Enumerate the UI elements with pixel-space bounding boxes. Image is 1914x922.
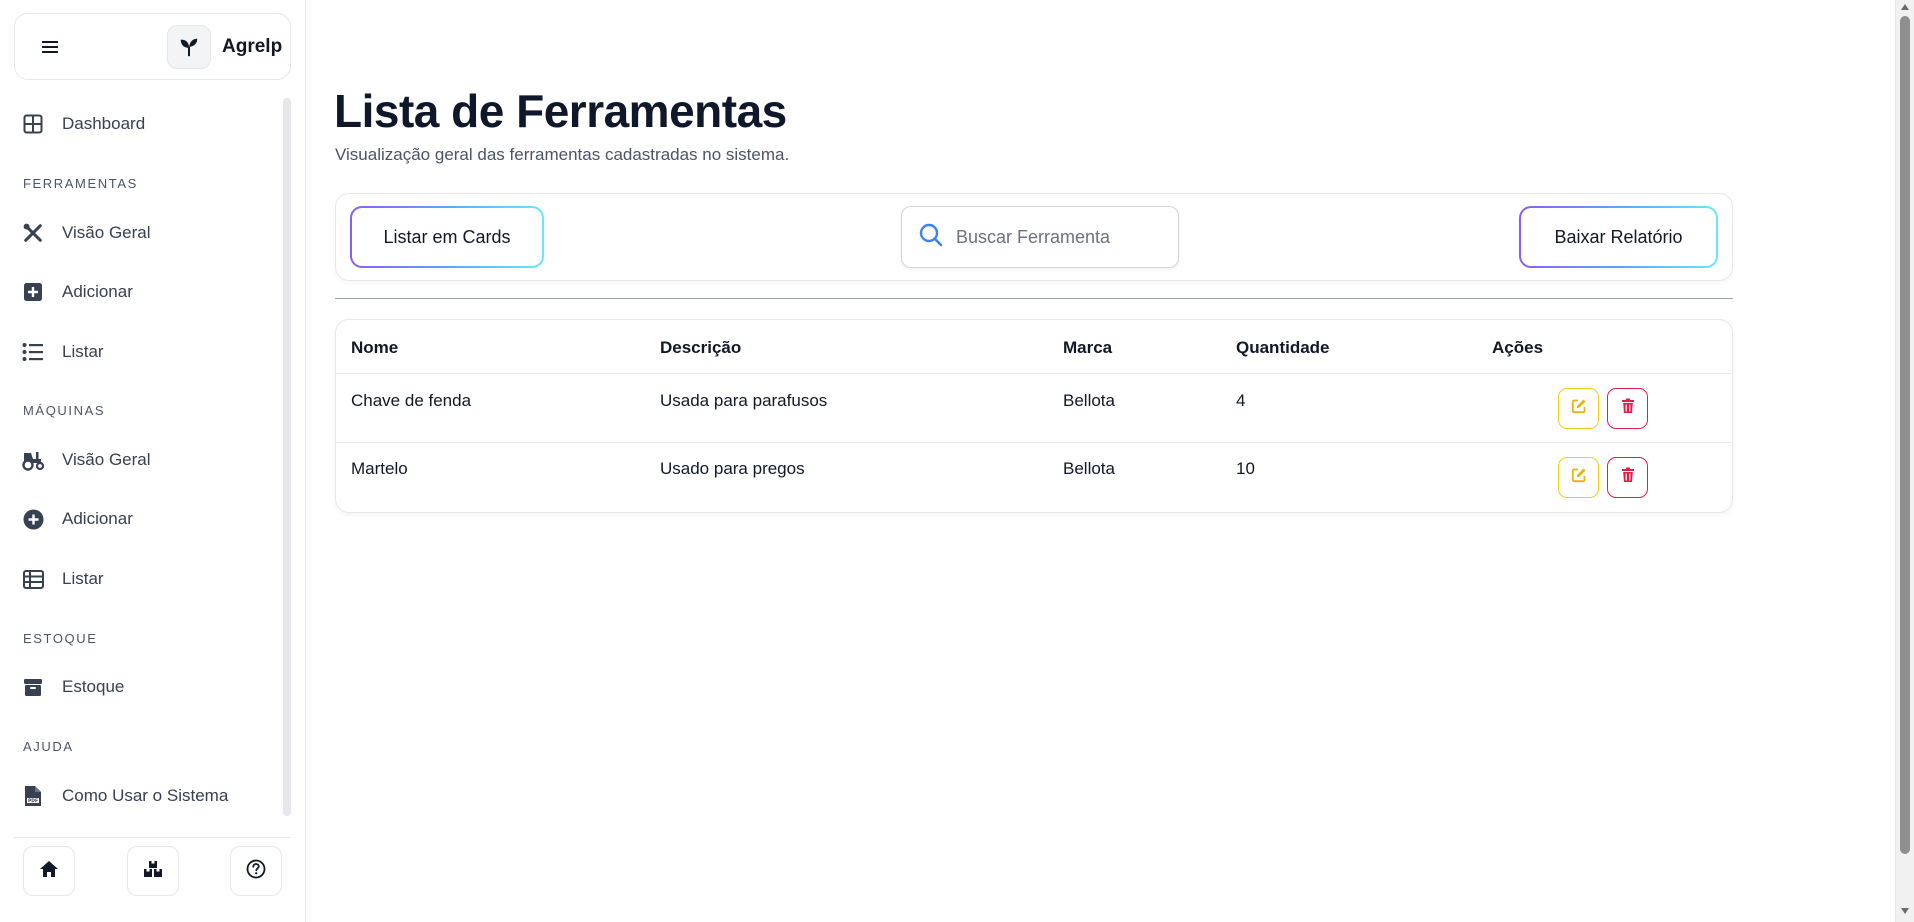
edit-button[interactable] bbox=[1558, 388, 1599, 429]
table-list-icon bbox=[20, 566, 46, 592]
page-scrollbar[interactable] bbox=[1895, 0, 1914, 922]
menu-icon[interactable] bbox=[37, 34, 63, 60]
plus-circle-icon bbox=[20, 506, 46, 532]
column-header-nome: Nome bbox=[351, 338, 399, 357]
sidebar-item-ferramentas-adicionar[interactable]: Adicionar bbox=[20, 272, 133, 312]
trash-icon bbox=[1621, 398, 1635, 419]
delete-button[interactable] bbox=[1607, 388, 1648, 429]
list-cards-label: Listar em Cards bbox=[352, 208, 542, 266]
boxes-icon bbox=[143, 860, 163, 883]
sidebar-item-estoque[interactable]: Estoque bbox=[20, 667, 124, 707]
box-icon bbox=[20, 674, 46, 700]
search-icon bbox=[918, 222, 944, 253]
sidebar-item-maquinas-adicionar[interactable]: Adicionar bbox=[20, 499, 133, 539]
cell-nome: Chave de fenda bbox=[351, 391, 472, 410]
section-title-ferramentas: FERRAMENTAS bbox=[23, 176, 138, 191]
cell-quantidade: 10 bbox=[1236, 459, 1255, 478]
download-report-label: Baixar Relatório bbox=[1521, 208, 1716, 266]
cell-descricao: Usado para pregos bbox=[660, 459, 805, 478]
page-title: Lista de Ferramentas bbox=[334, 85, 787, 137]
brand-header: Agrelp bbox=[14, 13, 291, 80]
home-icon bbox=[39, 860, 59, 883]
sidebar-item-label: Adicionar bbox=[62, 282, 133, 301]
edit-button[interactable] bbox=[1558, 457, 1599, 498]
table-header-row: Nome Descrição Marca Quantidade Ações bbox=[336, 320, 1732, 374]
list-cards-button[interactable]: Listar em Cards bbox=[350, 206, 544, 268]
section-title-maquinas: MÁQUINAS bbox=[23, 403, 106, 418]
sidebar-item-label: Adicionar bbox=[62, 509, 133, 528]
section-divider bbox=[335, 298, 1733, 299]
section-title-ajuda: AJUDA bbox=[23, 739, 74, 754]
section-title-estoque: ESTOQUE bbox=[23, 631, 98, 646]
toolbar: Listar em Cards Baixar Relatório bbox=[335, 193, 1733, 281]
cell-quantidade: 4 bbox=[1236, 391, 1246, 410]
search-input[interactable] bbox=[956, 226, 1156, 248]
sidebar-item-label: Listar bbox=[62, 342, 104, 361]
scroll-up-arrow-icon[interactable] bbox=[1901, 4, 1909, 10]
cell-nome: Martelo bbox=[351, 459, 408, 478]
sidebar-item-dashboard[interactable]: Dashboard bbox=[20, 104, 145, 144]
boxes-button[interactable] bbox=[127, 846, 179, 896]
download-report-button[interactable]: Baixar Relatório bbox=[1519, 206, 1718, 268]
edit-icon bbox=[1571, 467, 1587, 488]
sidebar-item-como-usar[interactable]: PDF Como Usar o Sistema bbox=[20, 776, 228, 816]
brand-name: Agrelp bbox=[222, 36, 283, 57]
table-row: Martelo Usado para pregos Bellota 10 bbox=[336, 443, 1732, 512]
dashboard-icon bbox=[20, 111, 46, 137]
page-subtitle: Visualização geral das ferramentas cadas… bbox=[335, 145, 790, 164]
cell-marca: Bellota bbox=[1063, 459, 1115, 478]
column-header-acoes: Ações bbox=[1492, 338, 1544, 357]
sidebar-item-ferramentas-listar[interactable]: Listar bbox=[20, 332, 104, 372]
table-row: Chave de fenda Usada para parafusos Bell… bbox=[336, 374, 1732, 443]
trash-icon bbox=[1621, 467, 1635, 488]
sidebar-item-maquinas-listar[interactable]: Listar bbox=[20, 559, 104, 599]
column-header-marca: Marca bbox=[1063, 338, 1113, 357]
sidebar-item-label: Dashboard bbox=[62, 114, 146, 133]
sidebar-scrollbar[interactable] bbox=[283, 98, 291, 816]
sidebar-bottom-divider bbox=[14, 837, 291, 838]
sidebar-item-label: Listar bbox=[62, 569, 104, 588]
main-content: Lista de Ferramentas Visualização geral … bbox=[307, 0, 1895, 922]
question-circle-icon bbox=[246, 859, 266, 884]
sidebar-item-label: Visão Geral bbox=[62, 450, 151, 469]
sidebar-item-label: Como Usar o Sistema bbox=[62, 786, 229, 805]
plus-square-icon bbox=[20, 279, 46, 305]
delete-button[interactable] bbox=[1607, 457, 1648, 498]
sidebar-item-label: Visão Geral bbox=[62, 223, 151, 242]
cell-descricao: Usada para parafusos bbox=[660, 391, 828, 410]
sidebar-item-ferramentas-visao-geral[interactable]: Visão Geral bbox=[20, 213, 151, 253]
scroll-down-arrow-icon[interactable] bbox=[1901, 908, 1909, 914]
tractor-icon bbox=[20, 447, 46, 473]
cell-marca: Bellota bbox=[1063, 391, 1115, 410]
column-header-quantidade: Quantidade bbox=[1236, 338, 1330, 357]
column-header-descricao: Descrição bbox=[660, 338, 742, 357]
sprout-logo-icon bbox=[167, 25, 211, 69]
search-box[interactable] bbox=[901, 206, 1179, 268]
sidebar-item-label: Estoque bbox=[62, 677, 125, 696]
list-icon bbox=[20, 339, 46, 365]
home-button[interactable] bbox=[23, 846, 75, 896]
tools-table: Nome Descrição Marca Quantidade Ações Ch… bbox=[335, 319, 1733, 513]
sidebar-item-maquinas-visao-geral[interactable]: Visão Geral bbox=[20, 440, 151, 480]
edit-icon bbox=[1571, 398, 1587, 419]
sidebar: Agrelp Dashboard FERRAMENTAS Visão Geral… bbox=[0, 0, 306, 922]
help-button[interactable] bbox=[230, 846, 282, 896]
pdf-file-icon: PDF bbox=[20, 783, 46, 809]
tools-icon bbox=[20, 220, 46, 246]
svg-text:PDF: PDF bbox=[28, 798, 38, 804]
scrollbar-thumb[interactable] bbox=[1900, 16, 1910, 854]
